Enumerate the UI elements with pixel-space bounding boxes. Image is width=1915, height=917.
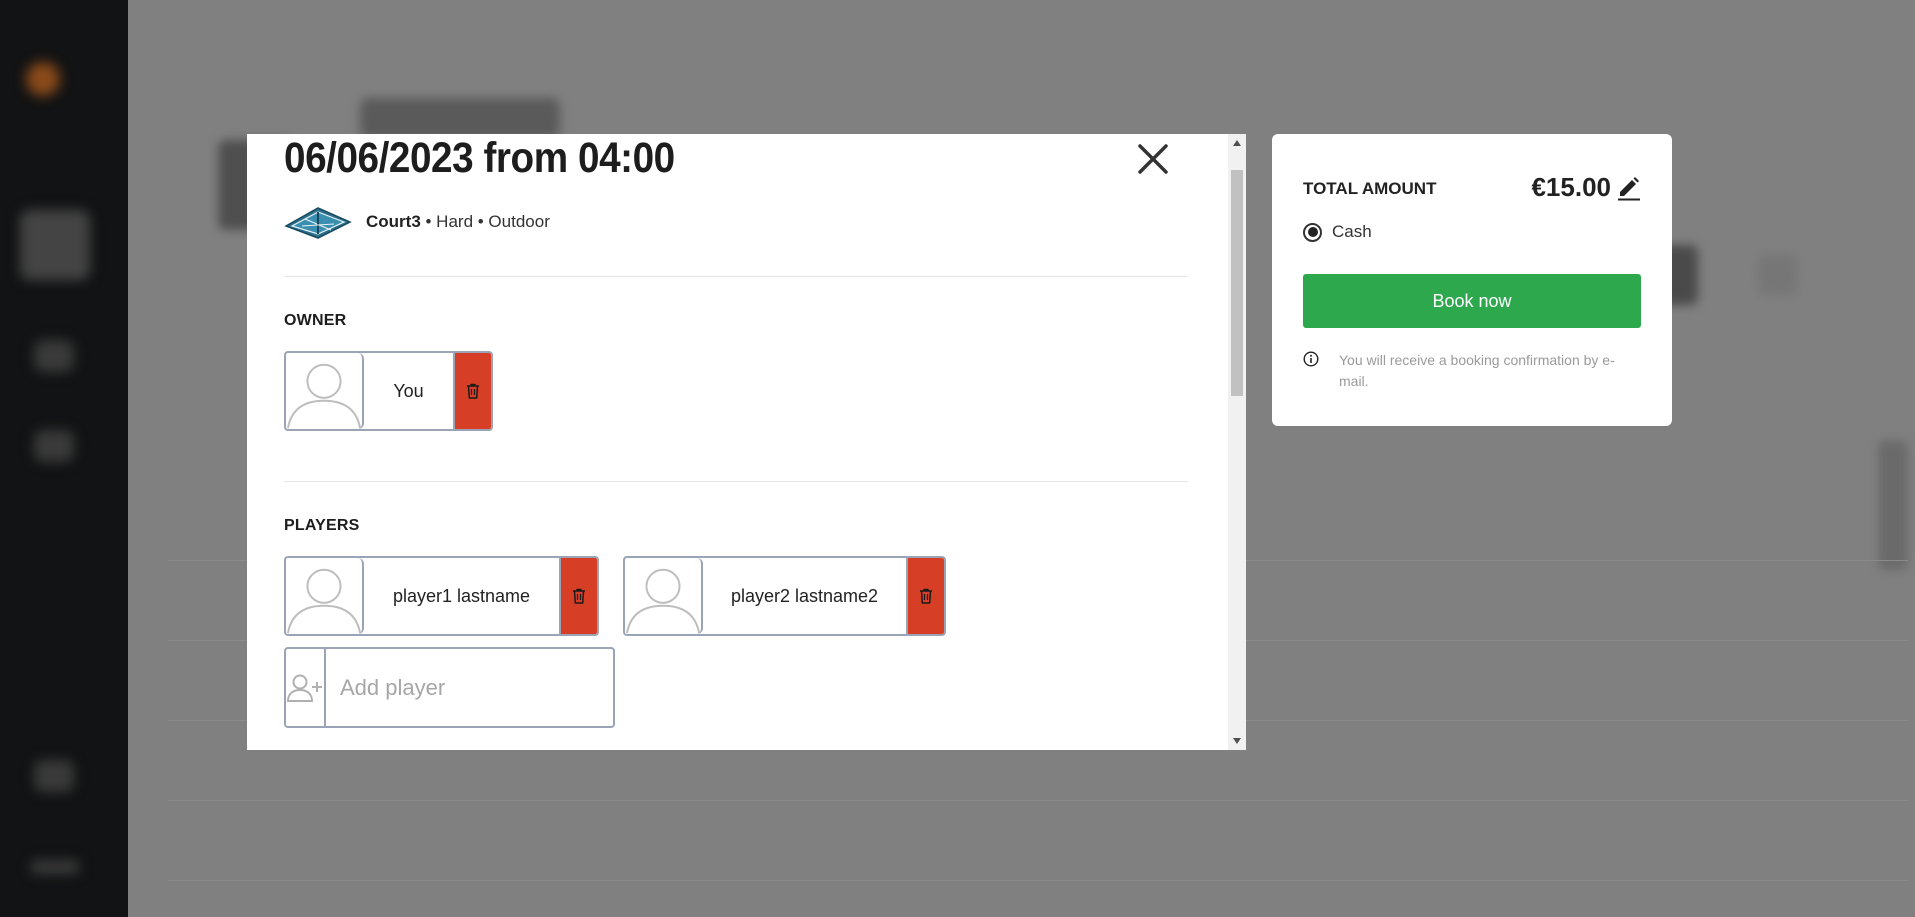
booking-info-text: You will receive a booking confirmation …: [1339, 352, 1615, 389]
close-button[interactable]: [1132, 138, 1174, 180]
booking-title: 06/06/2023 from 04:00: [284, 134, 675, 182]
background-nav-item: [20, 210, 90, 280]
background-nav-item: [34, 760, 74, 792]
remove-player-button[interactable]: [559, 558, 597, 634]
background-sidebar: [0, 0, 128, 917]
booking-modal-content: 06/06/2023 from 04:00 Court3 • Hard • Ou…: [247, 134, 1228, 750]
divider: [284, 481, 1188, 482]
payment-radio-selected-dot: [1307, 227, 1318, 237]
remove-owner-button[interactable]: [453, 353, 491, 429]
court-name: Court3: [366, 212, 421, 231]
owner-name: You: [393, 380, 424, 401]
background-nav-item: [34, 430, 74, 462]
remove-player-button[interactable]: [906, 558, 944, 634]
payment-radio[interactable]: [1303, 222, 1322, 242]
booking-summary-panel: TOTAL AMOUNT €15.00 Cash Book now You wi…: [1272, 134, 1672, 426]
payment-option-cash[interactable]: Cash: [1303, 222, 1372, 242]
player-card: player2 lastname2: [623, 556, 946, 636]
trash-icon: [920, 588, 932, 604]
add-player-input[interactable]: [326, 649, 642, 726]
book-now-button[interactable]: Book now: [1303, 274, 1641, 328]
trash-icon: [573, 588, 585, 604]
player-name: player2 lastname2: [730, 585, 879, 606]
background-divider: [168, 800, 1908, 801]
close-icon: [1138, 144, 1168, 174]
modal-scrollbar[interactable]: [1228, 134, 1246, 750]
total-amount-label: TOTAL AMOUNT: [1303, 179, 1437, 198]
pencil-icon: [1618, 177, 1640, 201]
background-nav-item: [34, 340, 74, 372]
booking-modal: 06/06/2023 from 04:00 Court3 • Hard • Ou…: [247, 134, 1246, 750]
player-card: player1 lastname: [284, 556, 599, 636]
background-block: [1878, 440, 1908, 570]
avatar-icon: [286, 363, 362, 429]
avatar-icon: [625, 568, 701, 634]
court-info-row: Court3 • Hard • Outdoor: [284, 204, 550, 240]
background-block: [1758, 255, 1798, 295]
payment-option-label: Cash: [1332, 222, 1372, 241]
court-icon: [284, 207, 352, 239]
add-player-icon-box: [286, 649, 326, 726]
add-user-icon: [286, 674, 322, 702]
avatar: [286, 558, 364, 634]
avatar: [286, 353, 364, 429]
scroll-down-icon: [1233, 738, 1241, 744]
scroll-up-icon: [1233, 140, 1241, 146]
total-amount-value: €15.00: [1531, 172, 1611, 202]
players-section-label: PLAYERS: [284, 517, 360, 534]
divider: [284, 276, 1188, 277]
scroll-down-button[interactable]: [1228, 732, 1246, 750]
background-divider: [168, 880, 1908, 881]
add-player-field[interactable]: [284, 647, 642, 728]
player-name: player1 lastname: [392, 585, 531, 606]
background-logo: [26, 62, 60, 96]
scroll-up-button[interactable]: [1228, 134, 1246, 152]
owner-card: You: [284, 351, 493, 431]
avatar-icon: [286, 568, 362, 634]
scroll-thumb[interactable]: [1231, 170, 1243, 396]
trash-icon: [467, 383, 479, 399]
edit-amount-button[interactable]: [1616, 174, 1642, 202]
owner-section-label: OWNER: [284, 312, 347, 329]
booking-info-note: You will receive a booking confirmation …: [1303, 350, 1633, 392]
info-icon: [1303, 351, 1319, 367]
background-nav-item: [30, 860, 80, 874]
avatar: [625, 558, 703, 634]
court-details: • Hard • Outdoor: [420, 212, 550, 231]
background-heading: [360, 98, 560, 138]
